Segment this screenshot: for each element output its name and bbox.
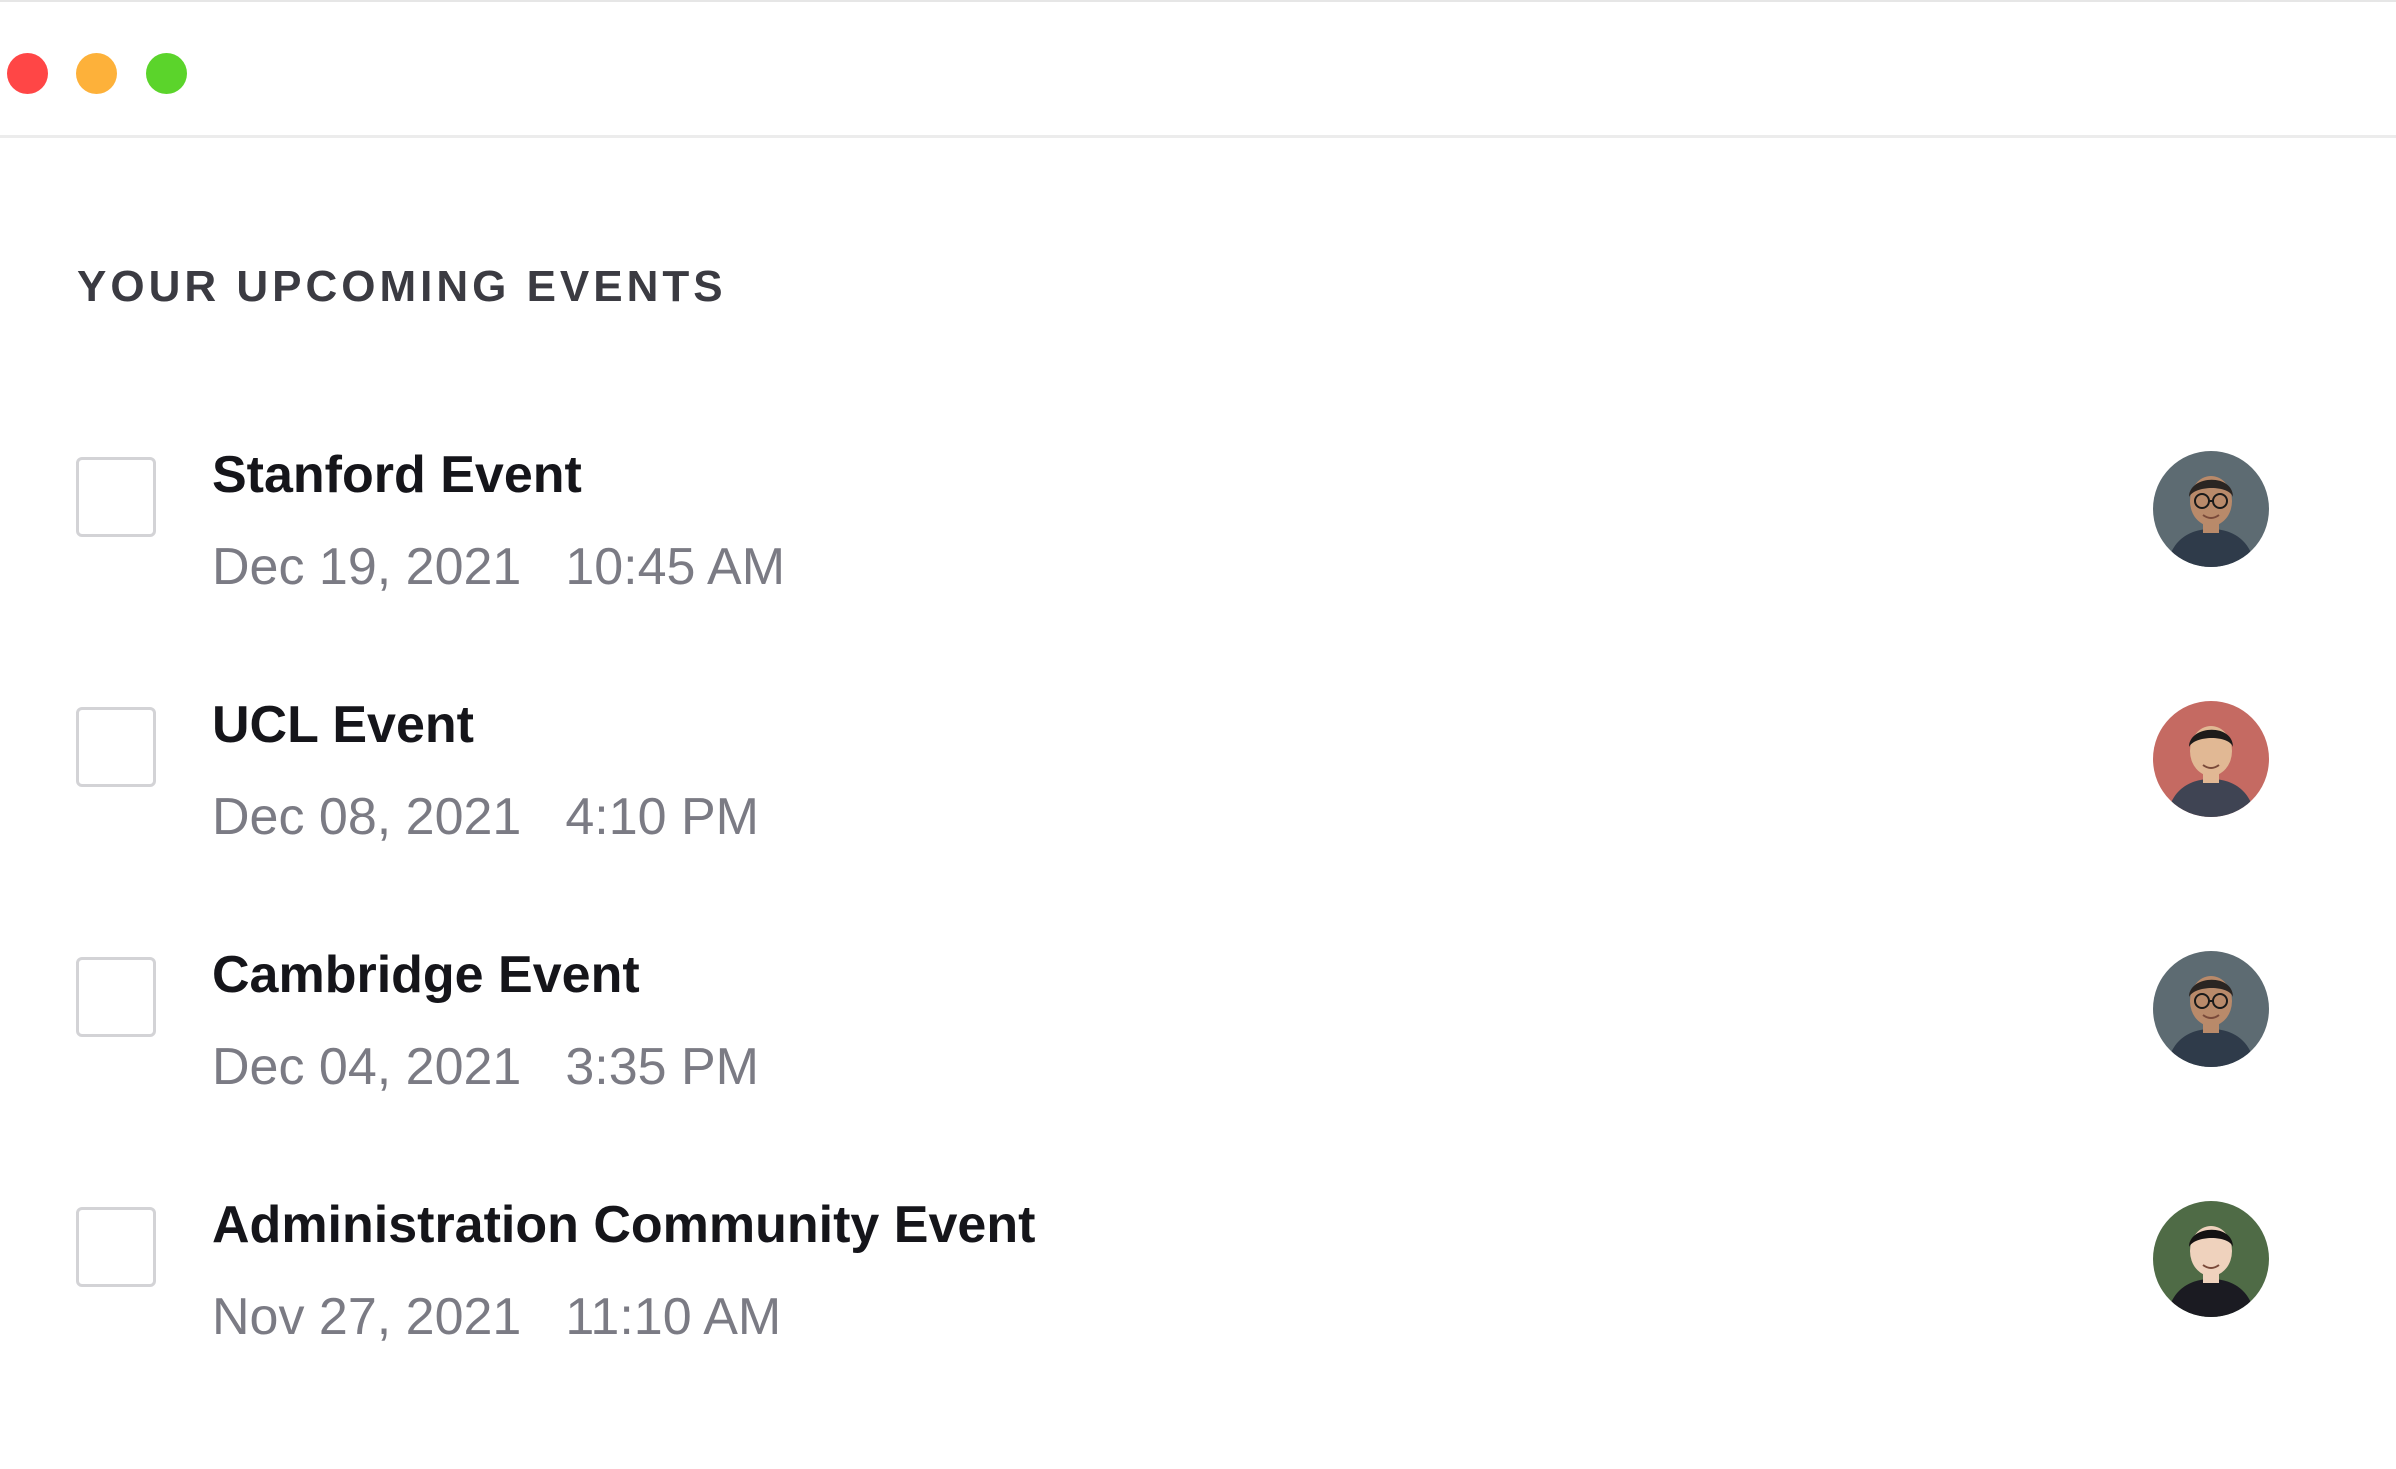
event-time: 10:45 AM (565, 538, 786, 596)
event-item: Cambridge Event Dec 04, 2021 3:35 PM (0, 946, 2396, 1127)
section-title: YOUR UPCOMING EVENTS (77, 262, 727, 311)
person-avatar-icon (2153, 451, 2269, 567)
avatar[interactable] (2153, 1201, 2269, 1317)
event-title[interactable]: Administration Community Event (212, 1195, 1035, 1255)
event-time: 4:10 PM (565, 788, 759, 846)
event-checkbox[interactable] (76, 457, 156, 537)
app-window: YOUR UPCOMING EVENTS Stanford Event Dec … (0, 0, 2396, 1469)
event-datetime: Nov 27, 2021 11:10 AM (212, 1287, 781, 1347)
window-maximize-button[interactable] (146, 53, 187, 94)
event-date: Dec 04, 2021 (212, 1038, 522, 1096)
avatar[interactable] (2153, 701, 2269, 817)
event-title[interactable]: Stanford Event (212, 445, 582, 505)
event-checkbox[interactable] (76, 707, 156, 787)
event-title[interactable]: Cambridge Event (212, 945, 640, 1005)
avatar[interactable] (2153, 951, 2269, 1067)
avatar[interactable] (2153, 451, 2269, 567)
event-datetime: Dec 04, 2021 3:35 PM (212, 1037, 759, 1097)
event-checkbox[interactable] (76, 957, 156, 1037)
window-titlebar (0, 0, 2396, 138)
person-avatar-icon (2153, 1201, 2269, 1317)
event-date: Nov 27, 2021 (212, 1288, 522, 1346)
event-time: 3:35 PM (565, 1038, 759, 1096)
event-datetime: Dec 08, 2021 4:10 PM (212, 787, 759, 847)
person-avatar-icon (2153, 951, 2269, 1067)
event-checkbox[interactable] (76, 1207, 156, 1287)
event-time: 11:10 AM (565, 1288, 782, 1346)
event-item: UCL Event Dec 08, 2021 4:10 PM (0, 696, 2396, 877)
window-close-button[interactable] (7, 53, 48, 94)
event-title[interactable]: UCL Event (212, 695, 474, 755)
event-datetime: Dec 19, 2021 10:45 AM (212, 537, 785, 597)
event-item: Stanford Event Dec 19, 2021 10:45 AM (0, 446, 2396, 627)
window-minimize-button[interactable] (76, 53, 117, 94)
event-date: Dec 08, 2021 (212, 788, 522, 846)
person-avatar-icon (2153, 701, 2269, 817)
event-date: Dec 19, 2021 (212, 538, 522, 596)
event-item: Administration Community Event Nov 27, 2… (0, 1196, 2396, 1377)
